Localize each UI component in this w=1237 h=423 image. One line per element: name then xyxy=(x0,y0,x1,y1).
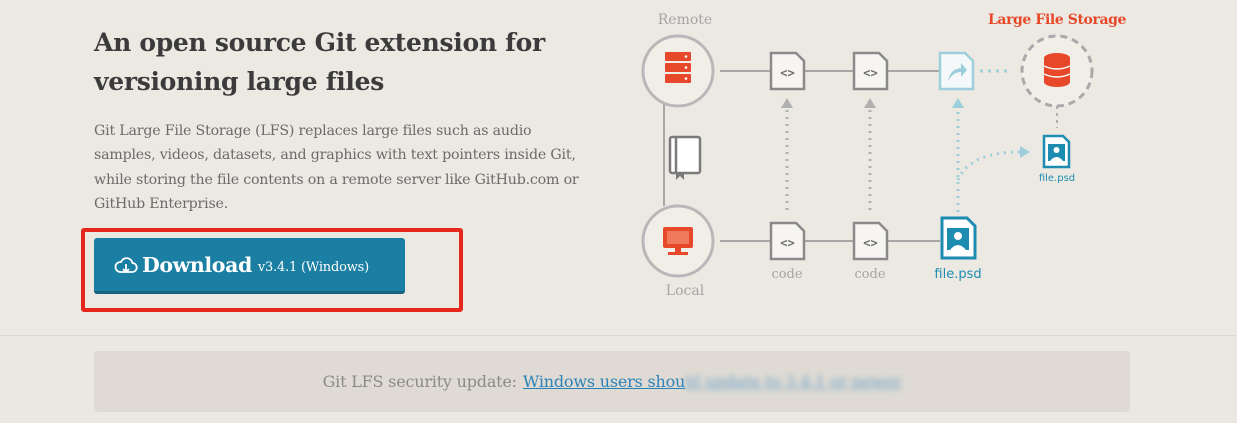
local-label: Local xyxy=(666,283,705,299)
server-icon xyxy=(665,52,691,83)
code-label-1: code xyxy=(771,267,802,282)
notice-link[interactable]: Windows users should update to 3.4.1 or … xyxy=(523,372,902,391)
security-notice: Git LFS security update: Windows users s… xyxy=(94,351,1130,412)
svg-text:<>: <> xyxy=(863,236,877,250)
code-file-icon-local-2: <> xyxy=(852,221,889,261)
file-label-lfs: file.psd xyxy=(1039,173,1075,184)
notice-link-blurred: ld update to 3.4.1 or newer xyxy=(685,372,902,391)
pointer-file-icon xyxy=(938,51,975,91)
svg-text:<>: <> xyxy=(863,66,877,80)
lfs-diagram: <> <> <> <> Remote Local Large File Stor… xyxy=(641,12,1127,299)
lfs-label: Large File Storage xyxy=(988,12,1127,28)
notice-link-text: Windows users shou xyxy=(522,372,686,391)
notice-prefix: Git LFS security update: xyxy=(322,372,517,391)
cloud-download-icon xyxy=(114,257,138,274)
book-icon xyxy=(668,135,702,180)
code-label-2: code xyxy=(854,267,885,282)
hero-description: Git Large File Storage (LFS) replaces la… xyxy=(94,123,579,213)
svg-text:<>: <> xyxy=(780,66,794,80)
code-file-icon-remote-1: <> xyxy=(769,51,806,91)
hero-title: An open source Git extension for version… xyxy=(94,28,545,96)
download-label: Download xyxy=(142,252,252,277)
remote-label: Remote xyxy=(658,12,712,28)
code-file-icon-local-1: <> xyxy=(769,221,806,261)
code-file-icon-remote-2: <> xyxy=(852,51,889,91)
download-button[interactable]: Download v3.4.1 (Windows) xyxy=(94,238,405,294)
download-version: v3.4.1 (Windows) xyxy=(257,260,369,275)
psd-file-icon-local xyxy=(940,216,977,260)
database-icon xyxy=(1043,53,1071,87)
section-divider xyxy=(0,335,1237,336)
svg-text:<>: <> xyxy=(780,236,794,250)
psd-file-icon-lfs xyxy=(1042,134,1071,169)
file-label-local: file.psd xyxy=(934,267,981,282)
